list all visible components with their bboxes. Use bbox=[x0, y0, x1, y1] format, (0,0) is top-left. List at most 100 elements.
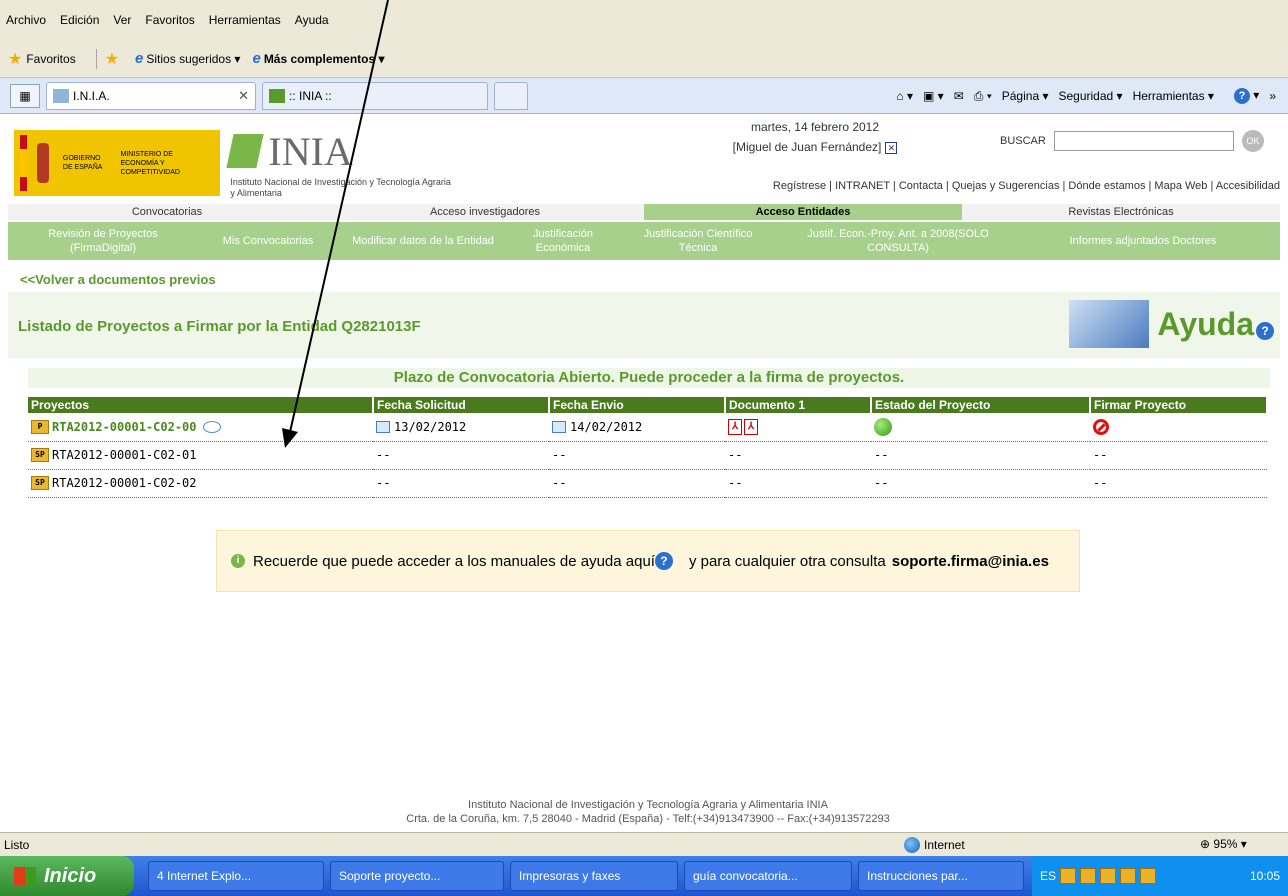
task-soporte[interactable]: Soporte proyecto... bbox=[330, 861, 504, 891]
fecha-envio-cell: 14/02/2012 bbox=[549, 413, 725, 442]
suggested-sites-button[interactable]: e Sitios sugeridos ▾ bbox=[135, 50, 240, 67]
help-icon[interactable]: ? ▾ bbox=[1224, 88, 1259, 104]
support-email[interactable]: soporte.firma@inia.es bbox=[892, 553, 1049, 570]
inia-logo[interactable]: INIA Instituto Nacional de Investigación… bbox=[226, 128, 454, 199]
menu-herramientas[interactable]: Herramientas bbox=[209, 13, 281, 27]
menu-favoritos[interactable]: Favoritos bbox=[145, 13, 194, 27]
back-link[interactable]: <<Volver a documentos previos bbox=[20, 272, 216, 287]
calendar-icon bbox=[376, 421, 390, 434]
help-icon: ? bbox=[1256, 322, 1274, 340]
inia-subtitle: Instituto Nacional de Investigación y Te… bbox=[230, 176, 451, 198]
info-icon: i bbox=[231, 554, 245, 568]
help-notice: i Recuerde que puede acceder a los manua… bbox=[216, 530, 1080, 592]
tray-app-icon[interactable] bbox=[1100, 868, 1117, 884]
feeds-icon[interactable]: ▣ ▾ bbox=[923, 89, 944, 103]
task-guia[interactable]: guía convocatoria... bbox=[684, 861, 852, 891]
inia-leaf-icon bbox=[269, 88, 285, 103]
table-row: SP RTA2012-00001-C02-01 -- -- -- -- -- bbox=[28, 441, 1267, 470]
menu-bar: Archivo Edición Ver Favoritos Herramient… bbox=[0, 0, 1288, 40]
top-links[interactable]: Regístrese | INTRANET | Contacta | Queja… bbox=[773, 180, 1280, 192]
menu-ver[interactable]: Ver bbox=[113, 13, 131, 27]
subproject-folder-icon: SP bbox=[31, 448, 49, 463]
no-entry-icon[interactable] bbox=[1093, 418, 1109, 435]
task-instrucciones[interactable]: Instrucciones par... bbox=[858, 861, 1024, 891]
print-icon[interactable]: ⎙ ▾ bbox=[974, 89, 992, 104]
menu-archivo[interactable]: Archivo bbox=[6, 13, 46, 27]
windows-logo-icon bbox=[14, 867, 36, 885]
subproject-folder-icon: SP bbox=[31, 476, 49, 491]
project-folder-icon: P bbox=[31, 420, 49, 434]
subnav-modificar[interactable]: Modificar datos de la Entidad bbox=[338, 234, 508, 248]
tab-inia-2[interactable]: :: INIA :: bbox=[262, 81, 488, 110]
status-green-icon bbox=[874, 417, 892, 436]
tray-app-icon[interactable] bbox=[1120, 868, 1137, 884]
zoom-control[interactable]: ⊕ 95% ▾ bbox=[1200, 837, 1247, 851]
divider bbox=[95, 48, 97, 69]
task-impresoras[interactable]: Impresoras y faxes bbox=[510, 861, 678, 891]
subnav-justif-cientifica[interactable]: Justificación Científico Técnica bbox=[618, 227, 778, 255]
projects-table: Proyectos Fecha Solicitud Fecha Envio Do… bbox=[28, 397, 1268, 498]
col-fecha-envio: Fecha Envio bbox=[549, 397, 726, 413]
spain-flag-icon bbox=[20, 135, 28, 191]
new-tab-button[interactable] bbox=[494, 81, 528, 110]
zone-indicator: Internet bbox=[904, 836, 965, 853]
language-indicator[interactable]: ES bbox=[1040, 869, 1056, 883]
mail-icon[interactable]: ✉ bbox=[954, 89, 964, 103]
deadline-banner: Plazo de Convocatoria Abierto. Puede pro… bbox=[28, 368, 1270, 388]
col-fecha-solicitud: Fecha Solicitud bbox=[373, 397, 550, 413]
tray-app-icon[interactable] bbox=[1140, 868, 1157, 884]
project-cell: P RTA2012-00001-C02-00 bbox=[28, 413, 373, 442]
quick-tabs-icon[interactable]: ▦ bbox=[10, 83, 40, 108]
subnav-justif-ant-2008[interactable]: Justif. Econ.-Proy. Ant. a 2008(SOLO CON… bbox=[778, 227, 1018, 255]
task-internet-explorer[interactable]: 4 Internet Explo... bbox=[148, 861, 324, 891]
header-logos: Gobierno de España Ministerio de Economí… bbox=[14, 128, 454, 198]
nav-acceso-investigadores[interactable]: Acceso investigadores bbox=[326, 204, 644, 220]
favorites-button[interactable]: ★ Favoritos bbox=[8, 49, 76, 69]
search-ok-button[interactable]: OK bbox=[1241, 130, 1264, 152]
command-bar: ⌂ ▾ ▣ ▾ ✉ ⎙ ▾ Página ▾ Seguridad ▾ Herra… bbox=[886, 88, 1276, 104]
date-user-block: martes, 14 febrero 2012 [Miguel de Juan … bbox=[690, 120, 940, 154]
home-icon[interactable]: ⌂ ▾ bbox=[896, 89, 913, 103]
status-text: Listo bbox=[4, 837, 30, 852]
add-favorite-icon: ★ bbox=[104, 50, 120, 68]
chevron-right-icon[interactable]: » bbox=[1269, 89, 1276, 103]
help-manual-icon[interactable]: ? bbox=[654, 552, 673, 570]
addons-button[interactable]: e Más complementos ▾ bbox=[252, 50, 384, 67]
gov-text: Gobierno de España bbox=[62, 155, 103, 171]
search-input[interactable] bbox=[1053, 131, 1234, 151]
nav-revistas[interactable]: Revistas Electrónicas bbox=[962, 204, 1280, 220]
subnav-revision[interactable]: Revisión de Proyectos (FirmaDigital) bbox=[8, 227, 198, 255]
logout-icon[interactable]: ✕ bbox=[885, 142, 898, 154]
menu-ayuda[interactable]: Ayuda bbox=[295, 13, 329, 27]
subnav-justif-economica[interactable]: Justificación Económica bbox=[508, 227, 618, 255]
calendar-icon bbox=[552, 421, 566, 434]
pdf-icon[interactable]: ⅄ bbox=[744, 418, 758, 435]
close-icon[interactable]: ✕ bbox=[238, 88, 249, 104]
documento-cell: ⅄ ⅄ bbox=[725, 413, 871, 442]
ministry-text: Ministerio de Economía y Competitividad bbox=[120, 150, 180, 176]
comment-bubble-icon[interactable] bbox=[202, 421, 221, 433]
security-menu[interactable]: Seguridad ▾ bbox=[1058, 89, 1122, 103]
nav-acceso-entidades[interactable]: Acceso Entidades bbox=[644, 204, 962, 220]
pdf-icon[interactable]: ⅄ bbox=[728, 418, 742, 435]
government-logo[interactable]: Gobierno de España Ministerio de Economí… bbox=[14, 130, 221, 196]
page-icon bbox=[53, 88, 69, 103]
tools-menu[interactable]: Herramientas ▾ bbox=[1133, 89, 1214, 103]
tray-app-icon[interactable] bbox=[1080, 868, 1097, 884]
page-menu[interactable]: Página ▾ bbox=[1002, 89, 1049, 103]
project-code-link[interactable]: RTA2012-00001-C02-00 bbox=[52, 420, 197, 434]
menu-edicion[interactable]: Edición bbox=[60, 13, 99, 27]
start-button[interactable]: Inicio bbox=[0, 856, 134, 896]
subnav-mis-convocatorias[interactable]: Mis Convocatorias bbox=[198, 234, 338, 248]
add-favorite-button[interactable]: ★ bbox=[105, 49, 123, 69]
coat-of-arms-icon bbox=[37, 143, 49, 183]
tray-app-icon[interactable] bbox=[1060, 868, 1077, 884]
tab-inia[interactable]: I.N.I.A. ✕ bbox=[46, 81, 256, 110]
subnav-informes[interactable]: Informes adjuntados Doctores bbox=[1018, 234, 1268, 248]
user-name: [Miguel de Juan Fernández] ✕ bbox=[690, 140, 940, 154]
firmar-cell bbox=[1090, 413, 1267, 442]
nav-convocatorias[interactable]: Convocatorias bbox=[8, 204, 326, 220]
help-link[interactable]: Ayuda ? bbox=[1069, 300, 1274, 348]
system-tray: ES 10:05 bbox=[1032, 856, 1288, 896]
ie-page-icon: e bbox=[252, 50, 261, 67]
